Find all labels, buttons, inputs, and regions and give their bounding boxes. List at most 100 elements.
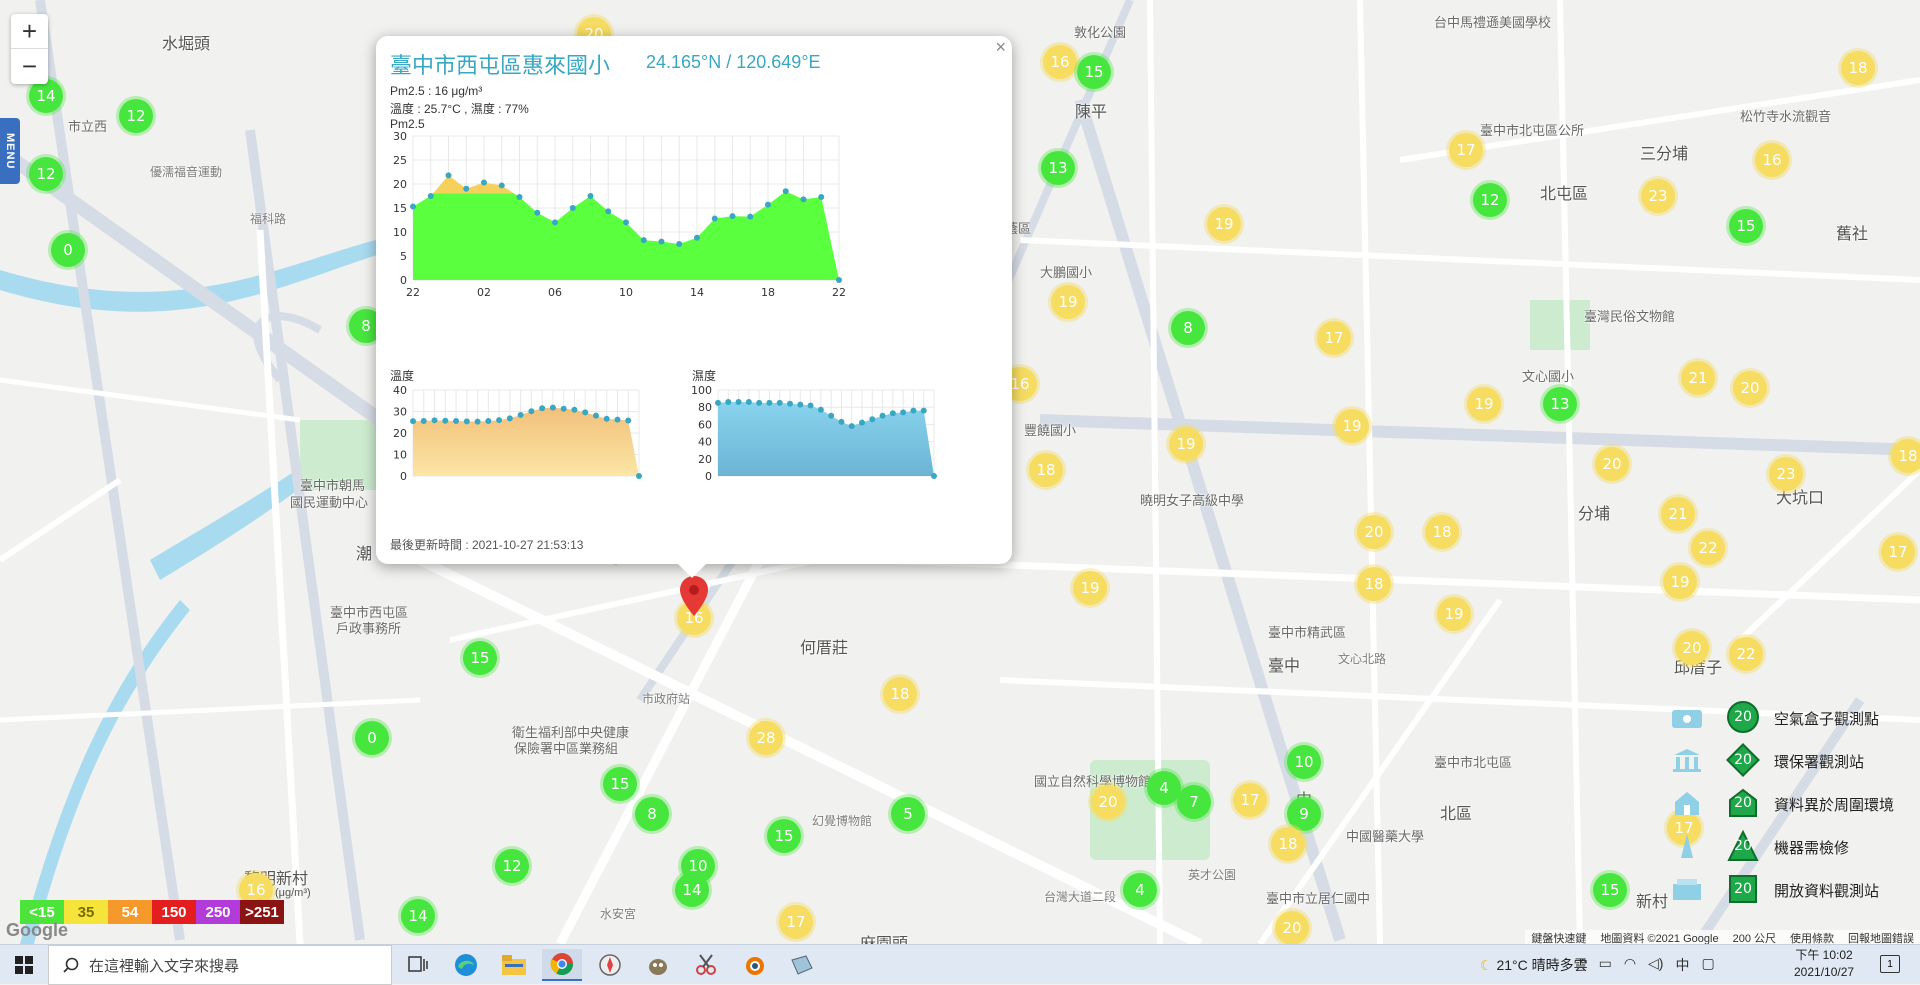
station-marker[interactable]: 9	[1287, 797, 1321, 831]
station-marker[interactable]: 18	[1029, 453, 1063, 487]
station-marker[interactable]: 14	[29, 79, 63, 113]
station-marker[interactable]: 15	[603, 767, 637, 801]
station-marker[interactable]: 18	[1425, 515, 1459, 549]
battery-icon[interactable]: ▭	[1599, 955, 1612, 975]
notes-app-icon[interactable]	[782, 949, 822, 981]
station-marker[interactable]: 19	[1437, 597, 1471, 631]
station-marker[interactable]: 19	[1073, 571, 1107, 605]
clock[interactable]: 下午 10:02 2021/10/27	[1794, 947, 1854, 981]
map[interactable]: 水堀頭 市立西 優濡福音運動 福科路 國民運動中心 臺中市朝馬潮臺中市西屯區 戶政事務所 何厝…	[0, 0, 1920, 944]
map-label: 臺灣民俗文物館	[1584, 309, 1676, 324]
station-marker[interactable]: 23	[1769, 457, 1803, 491]
station-marker[interactable]: 10	[1287, 745, 1321, 779]
station-marker[interactable]: 18	[1271, 827, 1305, 861]
legend-row: 20 開放資料觀測站	[1670, 870, 1920, 910]
blender-app-icon[interactable]	[734, 949, 774, 981]
station-marker[interactable]: 17	[1881, 535, 1915, 569]
station-marker[interactable]: 8	[635, 797, 669, 831]
taskbar-search-box[interactable]: 在這裡輸入文字來搜尋	[48, 945, 392, 985]
map-label: 潮	[356, 546, 373, 563]
edge-browser-icon[interactable]	[446, 949, 486, 981]
station-marker[interactable]: 16	[1755, 143, 1789, 177]
station-marker[interactable]: 4	[1123, 873, 1157, 907]
legend-label: 開放資料觀測站	[1774, 883, 1880, 900]
station-marker[interactable]: 19	[1051, 285, 1085, 319]
station-marker[interactable]: 22	[1691, 531, 1725, 565]
station-marker[interactable]: 5	[891, 797, 925, 831]
station-marker[interactable]: 17	[1233, 783, 1267, 817]
weather-widget[interactable]: ☾ 21°C 晴時多雲	[1480, 955, 1588, 975]
station-marker[interactable]: 19	[1663, 565, 1697, 599]
data-point	[463, 185, 470, 192]
station-marker[interactable]: 21	[1681, 361, 1715, 395]
station-marker[interactable]: 15	[463, 641, 497, 675]
station-marker[interactable]: 0	[51, 233, 85, 267]
station-marker[interactable]: 15	[1729, 209, 1763, 243]
station-marker[interactable]: 13	[1041, 151, 1075, 185]
file-explorer-icon[interactable]	[494, 949, 534, 981]
keyboard-icon[interactable]: ▢	[1701, 955, 1714, 975]
zoom-in-button[interactable]: +	[11, 14, 48, 49]
chevron-up-icon[interactable]: ^	[1580, 955, 1587, 975]
station-marker[interactable]: 19	[1169, 427, 1203, 461]
chrome-browser-icon[interactable]	[542, 949, 582, 981]
compass-app-icon[interactable]	[590, 949, 630, 981]
map-label: 臺中市精武區	[1268, 625, 1347, 640]
task-view-icon[interactable]	[398, 949, 438, 981]
notification-icon[interactable]: 1	[1880, 955, 1900, 973]
attribution-link[interactable]: 回報地圖錯誤	[1848, 930, 1914, 944]
station-marker[interactable]: 21	[1661, 497, 1695, 531]
station-marker[interactable]: 17	[1317, 321, 1351, 355]
station-marker[interactable]: 15	[1593, 873, 1627, 907]
station-marker[interactable]: 12	[119, 99, 153, 133]
station-marker[interactable]: 20	[1675, 631, 1709, 665]
station-marker[interactable]: 18	[1357, 567, 1391, 601]
house-icon	[1670, 790, 1704, 816]
station-marker[interactable]: 19	[1207, 207, 1241, 241]
station-marker[interactable]: 17	[1449, 133, 1483, 167]
station-marker[interactable]: 12	[495, 849, 529, 883]
station-marker[interactable]: 19	[1335, 409, 1369, 443]
station-marker[interactable]: 8	[1171, 311, 1205, 345]
station-marker[interactable]: 18	[883, 677, 917, 711]
station-marker[interactable]: 13	[1543, 387, 1577, 421]
station-marker[interactable]: 22	[1729, 637, 1763, 671]
volume-icon[interactable]: ◁)	[1648, 955, 1663, 975]
station-marker[interactable]: 20	[1733, 371, 1767, 405]
station-marker[interactable]: 19	[1467, 387, 1501, 421]
network-icon[interactable]: ◠	[1624, 955, 1636, 975]
ime-indicator[interactable]: 中	[1675, 955, 1689, 975]
data-point	[818, 193, 825, 200]
zoom-out-button[interactable]: −	[11, 49, 48, 84]
station-marker[interactable]: 18	[1841, 51, 1875, 85]
location-pin-icon[interactable]	[680, 576, 708, 616]
start-button[interactable]	[0, 945, 48, 985]
attribution-link[interactable]: 鍵盤快速鍵	[1531, 930, 1586, 944]
station-marker[interactable]: 14	[675, 873, 709, 907]
station-marker[interactable]: 4	[1147, 771, 1181, 805]
station-marker[interactable]: 15	[767, 819, 801, 853]
data-point	[623, 219, 629, 226]
station-marker[interactable]: 17	[779, 905, 813, 939]
station-marker[interactable]: 23	[1641, 179, 1675, 213]
station-marker[interactable]: 20	[1091, 785, 1125, 819]
gimp-app-icon[interactable]	[638, 949, 678, 981]
station-marker[interactable]: 0	[355, 721, 389, 755]
station-marker[interactable]: 20	[1275, 911, 1309, 944]
station-marker[interactable]: 12	[29, 157, 63, 191]
station-marker[interactable]: 15	[1077, 55, 1111, 89]
station-marker[interactable]: 12	[1473, 183, 1507, 217]
station-marker[interactable]: 16	[1043, 45, 1077, 79]
station-marker[interactable]: 20	[1357, 515, 1391, 549]
station-marker[interactable]: 28	[749, 721, 783, 755]
menu-button[interactable]: MENU	[0, 118, 20, 184]
station-marker[interactable]: 14	[401, 899, 435, 933]
station-marker[interactable]: 7	[1177, 785, 1211, 819]
attribution-link[interactable]: 使用條款	[1790, 930, 1834, 944]
station-marker[interactable]: 20	[1595, 447, 1629, 481]
station-marker[interactable]: 18	[1891, 439, 1920, 473]
popup-close-button[interactable]: ×	[995, 37, 1006, 58]
map-label: 陳平	[1075, 104, 1108, 121]
snip-tool-icon[interactable]	[686, 949, 726, 981]
data-point	[676, 241, 683, 247]
